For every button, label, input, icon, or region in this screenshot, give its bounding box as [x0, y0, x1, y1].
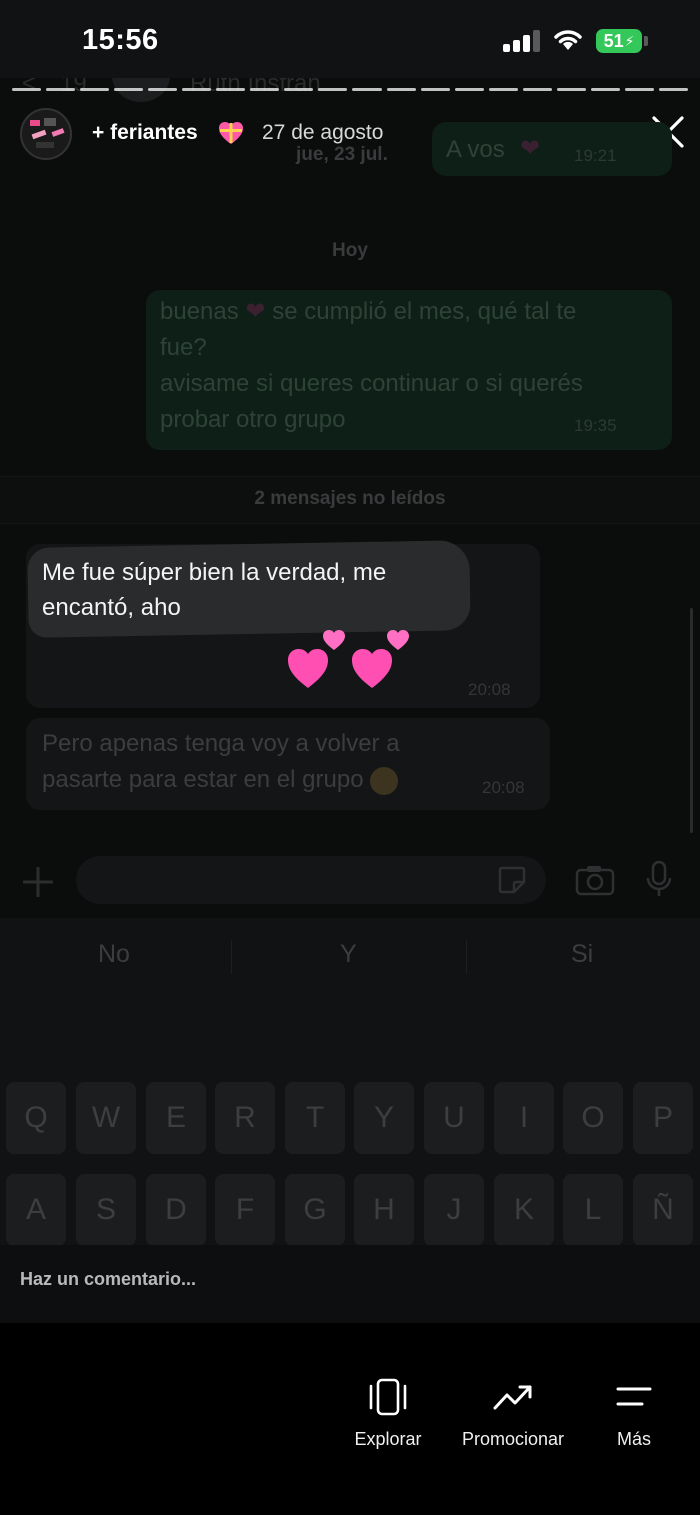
battery-level: 51 [603, 30, 624, 51]
highlighted-snippet-text: Me fue súper bien la verdad, me encantó,… [42, 555, 462, 625]
key-p: P [633, 1082, 693, 1154]
key-l: L [563, 1174, 623, 1246]
story-username[interactable]: + feriantes [92, 121, 198, 145]
highlight-line-2: encantó, aho [42, 594, 181, 621]
story-date: 27 de agosto [262, 121, 384, 144]
battery-cap [644, 36, 648, 46]
today-separator: Hoy [332, 240, 368, 261]
key-y: Y [354, 1082, 414, 1154]
outgoing-message-time: 19:35 [574, 416, 617, 435]
key-u: U [424, 1082, 484, 1154]
explore-button[interactable]: Explorar [350, 1378, 426, 1450]
comment-placeholder: Haz un comentario... [20, 1269, 197, 1289]
menu-icon [616, 1387, 652, 1406]
key-n-tilde: Ñ [633, 1174, 693, 1246]
key-r: R [215, 1082, 275, 1154]
heart-emoji: ❤ [520, 135, 541, 162]
story-progress-bar [12, 88, 688, 92]
unread-messages-label: 2 mensajes no leídos [254, 488, 446, 509]
key-o: O [563, 1082, 623, 1154]
charging-bolt-icon: ⚡ [624, 32, 635, 49]
scrollbar[interactable] [690, 608, 693, 833]
key-a: A [6, 1174, 66, 1246]
key-h: H [354, 1174, 414, 1246]
key-j: J [424, 1174, 484, 1246]
suggestion-divider [466, 940, 467, 974]
incoming-message-1-time: 20:08 [468, 680, 511, 699]
key-e: E [146, 1082, 206, 1154]
key-q: Q [6, 1082, 66, 1154]
explore-label: Explorar [354, 1429, 422, 1449]
plus-icon [23, 867, 53, 897]
outgoing-line-2: se cumplió el mes, qué tal te [272, 298, 577, 325]
story-viewer[interactable]: < 19 Ruth Insfran + feriantes 27 de agos… [0, 78, 700, 1323]
more-label: Más [616, 1429, 651, 1449]
previous-message-text: A vos [446, 136, 505, 163]
suggestion-1: No [98, 940, 130, 968]
key-s: S [76, 1174, 136, 1246]
promote-button[interactable]: Promocionar [455, 1378, 571, 1450]
outgoing-line-1: buenas [160, 298, 239, 325]
key-i: I [494, 1082, 554, 1154]
incoming-2-line-1: Pero apenas tenga voy a volver a [42, 730, 400, 757]
outgoing-line-3: fue? [160, 334, 207, 361]
key-w: W [76, 1082, 136, 1154]
pleading-face-emoji [370, 766, 399, 795]
previous-message-time: 19:21 [574, 146, 617, 165]
outgoing-message-bubble: buenas ❤ se cumplió el mes, qué tal te f… [146, 290, 672, 450]
chat-input-field [76, 856, 546, 904]
incoming-2-line-2: pasarte para estar en el grupo [42, 766, 364, 793]
status-bar: 15:56 51 ⚡ [0, 0, 700, 80]
heart-emoji: ❤ [245, 298, 266, 325]
incoming-message-bubble-2: Pero apenas tenga voy a volver a pasarte… [26, 718, 550, 810]
heart-gift-emoji [219, 122, 243, 144]
explore-icon [369, 1378, 407, 1416]
wifi-icon [554, 30, 582, 50]
more-button[interactable]: Más [610, 1378, 658, 1450]
story-avatar[interactable] [20, 108, 72, 160]
battery-indicator: 51 ⚡ [596, 29, 642, 53]
suggestion-divider [231, 940, 232, 974]
two-hearts-sticker [288, 630, 409, 688]
suggestion-2: Y [340, 940, 357, 968]
promote-label: Promocionar [461, 1429, 565, 1449]
highlight-line-1: Me fue súper bien la verdad, me [42, 559, 387, 586]
key-g: G [285, 1174, 345, 1246]
camera-icon [575, 866, 615, 896]
sticker-icon [498, 866, 526, 894]
outgoing-line-5: probar otro grupo [160, 406, 346, 433]
microphone-icon [646, 860, 672, 896]
key-d: D [146, 1174, 206, 1246]
cellular-signal-icon [503, 30, 541, 52]
key-t: T [285, 1082, 345, 1154]
status-time: 15:56 [82, 24, 159, 56]
outgoing-line-4: avisame si queres continuar o si querés [160, 370, 583, 397]
key-f: F [215, 1174, 275, 1246]
suggestion-3: Si [571, 940, 594, 968]
incoming-message-2-time: 20:08 [482, 778, 525, 797]
trending-up-icon [493, 1385, 532, 1410]
previous-message-bubble: A vos ❤ 19:21 [432, 122, 672, 176]
previous-date-label: jue, 23 jul. [296, 144, 388, 165]
chat-composer-background [0, 848, 700, 916]
key-k: K [494, 1174, 554, 1246]
